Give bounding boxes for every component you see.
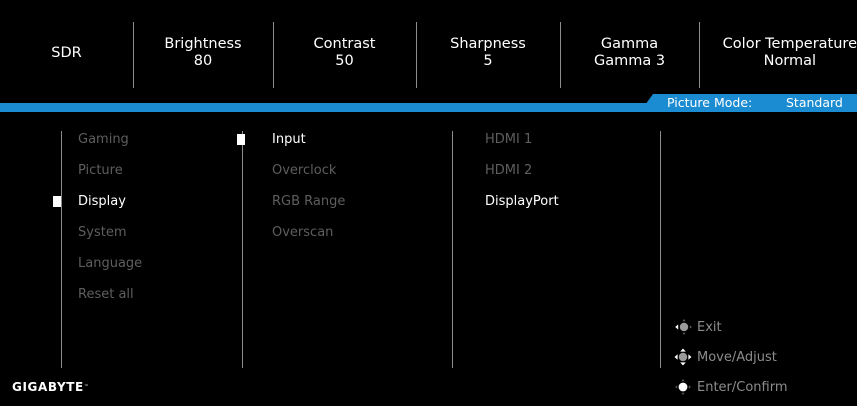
column-divider bbox=[61, 131, 62, 368]
status-gamma: Gamma Gamma 3 bbox=[560, 0, 699, 104]
menu-item-label: Reset all bbox=[78, 287, 134, 302]
help-enter-confirm: Enter/Confirm bbox=[673, 377, 788, 397]
brand-text: GIGABYTE bbox=[12, 380, 84, 394]
picture-mode-value: Standard bbox=[786, 95, 843, 110]
joystick-press-icon bbox=[675, 379, 691, 395]
submenu-item-rgb-range[interactable]: RGB Range bbox=[272, 193, 345, 224]
menu-item-label: Language bbox=[78, 256, 143, 271]
submenu-item-label: Overclock bbox=[272, 163, 337, 178]
joystick-all-directions-icon bbox=[674, 348, 692, 366]
menu-item-reset-all[interactable]: Reset all bbox=[78, 286, 142, 317]
selection-marker bbox=[237, 134, 245, 145]
status-label: Sharpness bbox=[450, 36, 526, 52]
help-exit: Exit bbox=[673, 317, 722, 337]
input-options: HDMI 1 HDMI 2 DisplayPort bbox=[485, 131, 559, 224]
column-divider bbox=[452, 131, 453, 368]
help-label: Exit bbox=[697, 319, 722, 335]
submenu-item-overclock[interactable]: Overclock bbox=[272, 162, 345, 193]
submenu-item-label: RGB Range bbox=[272, 194, 346, 209]
status-label: Gamma bbox=[600, 36, 659, 52]
help-move-adjust: Move/Adjust bbox=[673, 347, 777, 367]
status-label: Color Temperature bbox=[722, 36, 857, 52]
menu-item-gaming[interactable]: Gaming bbox=[78, 131, 142, 162]
option-hdmi-2[interactable]: HDMI 2 bbox=[485, 162, 559, 193]
menu-item-language[interactable]: Language bbox=[78, 255, 142, 286]
main-menu: Gaming Picture Display System Language R… bbox=[53, 131, 142, 317]
column-divider bbox=[660, 131, 661, 368]
status-bar: SDR Brightness 80 Contrast 50 Sharpness … bbox=[0, 0, 857, 102]
picture-mode-label: Picture Mode: bbox=[667, 95, 753, 110]
menu-item-system[interactable]: System bbox=[78, 224, 142, 255]
status-sharpness: Sharpness 5 bbox=[416, 0, 560, 104]
selection-marker bbox=[53, 196, 61, 207]
status-value: Normal bbox=[763, 53, 817, 69]
menu-item-picture[interactable]: Picture bbox=[78, 162, 142, 193]
status-label: SDR bbox=[51, 44, 82, 61]
menu-item-display[interactable]: Display bbox=[53, 193, 142, 224]
option-displayport[interactable]: DisplayPort bbox=[485, 193, 559, 224]
display-submenu: Input Overclock RGB Range Overscan bbox=[237, 131, 345, 255]
submenu-item-label: Input bbox=[272, 132, 306, 147]
status-sdr: SDR bbox=[0, 0, 133, 104]
help-label: Move/Adjust bbox=[697, 349, 777, 365]
option-label: DisplayPort bbox=[485, 194, 559, 209]
submenu-item-input[interactable]: Input bbox=[237, 131, 345, 162]
option-label: HDMI 1 bbox=[485, 132, 533, 147]
submenu-item-label: Overscan bbox=[272, 225, 334, 240]
status-value: 80 bbox=[193, 53, 213, 69]
status-value: 50 bbox=[335, 53, 354, 69]
status-label: Contrast bbox=[313, 36, 376, 52]
gigabyte-logo: GIGABYTE™ bbox=[12, 380, 90, 394]
submenu-item-overscan[interactable]: Overscan bbox=[272, 224, 345, 255]
option-hdmi-1[interactable]: HDMI 1 bbox=[485, 131, 559, 162]
status-value: 5 bbox=[483, 53, 493, 69]
status-value: Gamma 3 bbox=[593, 53, 666, 69]
option-label: HDMI 2 bbox=[485, 163, 533, 178]
status-brightness: Brightness 80 bbox=[133, 0, 273, 104]
menu-item-label: System bbox=[78, 225, 127, 240]
status-contrast: Contrast 50 bbox=[273, 0, 416, 104]
status-color-temperature: Color Temperature Normal bbox=[699, 0, 857, 104]
joystick-left-icon bbox=[675, 319, 692, 335]
column-divider bbox=[242, 131, 243, 368]
status-label: Brightness bbox=[164, 36, 242, 52]
menu-item-label: Gaming bbox=[78, 132, 129, 147]
menu-item-label: Display bbox=[78, 194, 126, 209]
help-label: Enter/Confirm bbox=[697, 379, 788, 395]
menu-item-label: Picture bbox=[78, 163, 123, 178]
